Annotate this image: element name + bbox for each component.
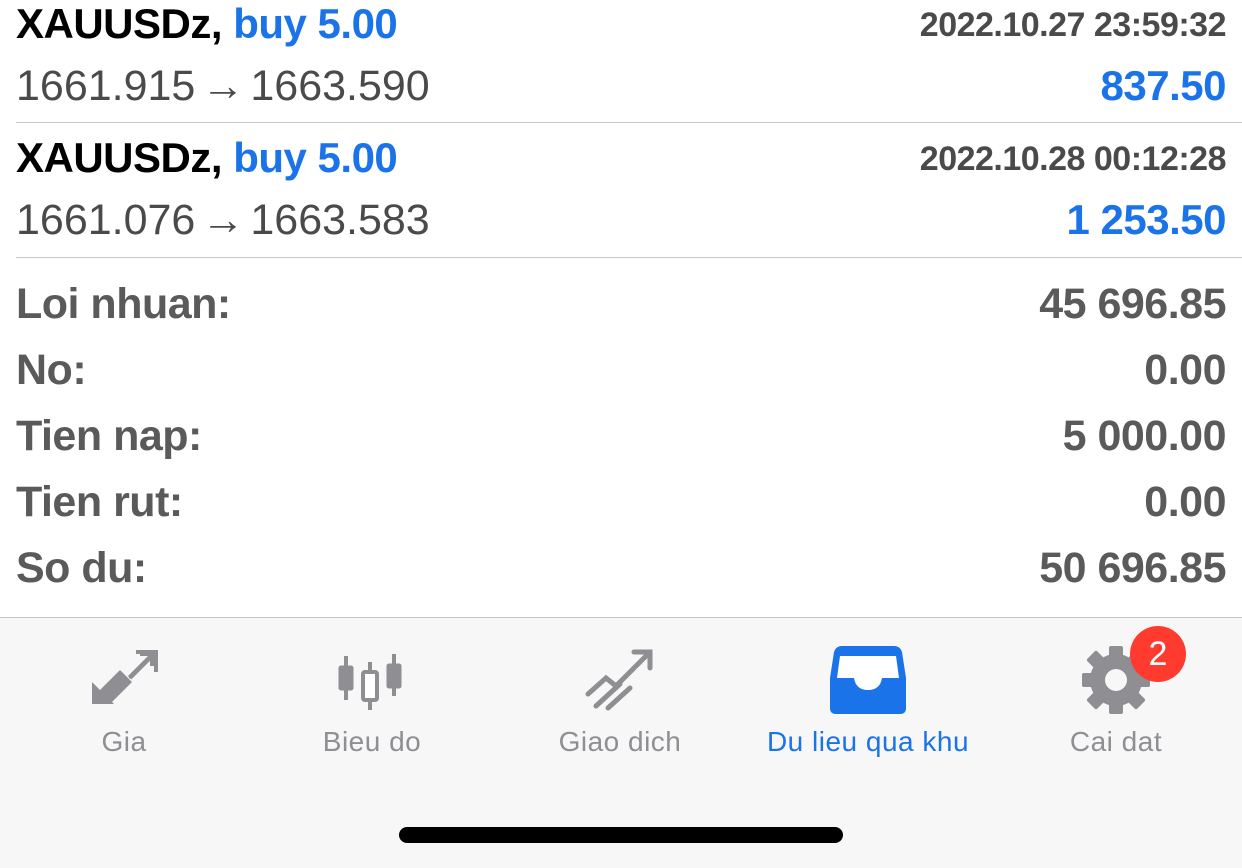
deal-row[interactable]: XAUUSDz, buy 5.00 2022.10.28 00:12:28 16… [0,134,1242,268]
summary-row-credit: No: 0.00 [0,338,1242,404]
deal-profit: 837.50 [1100,62,1227,109]
summary-row-balance: So du: 50 696.85 [0,536,1242,602]
deal-open-price: 1661.076 [16,196,196,244]
summary-label: Tien rut: [16,478,183,526]
summary-row-profit: Loi nhuan: 45 696.85 [0,272,1242,338]
deal-prices: 1661.915 → 1663.590 [16,62,430,111]
tab-label: Bieu do [322,726,422,757]
summary-value: 50 696.85 [1039,544,1226,592]
deal-time: 2022.10.28 00:12:28 [919,140,1227,178]
home-indicator[interactable] [399,827,843,843]
tab-bar: Gia Bieu do Giao dich Du lieu qua khu 2 … [0,617,1242,868]
tab-history[interactable]: Du lieu qua khu [744,618,992,768]
summary-row-deposit: Tien nap: 5 000.00 [0,404,1242,470]
price-arrow-icon: → [201,196,245,244]
notification-badge: 2 [1130,626,1186,682]
deal-profit: 1 253.50 [1066,196,1227,243]
summary-label: No: [16,346,87,394]
tab-label: Gia [101,726,147,757]
deal-prices: 1661.076 → 1663.583 [16,196,430,245]
deal-time: 2022.10.27 23:59:32 [919,6,1227,44]
summary-label: So du: [16,544,147,592]
tab-label: Du lieu qua khu [766,726,970,757]
trade-trend-icon [585,649,653,711]
candlestick-chart-icon [338,654,402,710]
tab-label: Cai dat [1069,726,1163,757]
tab-label: Giao dich [558,726,682,757]
deal-row[interactable]: XAUUSDz, buy 5.00 2022.10.27 23:59:32 16… [0,0,1242,134]
deal-title: XAUUSDz, buy 5.00 [16,134,398,181]
deal-type: buy 5.00 [233,134,398,181]
deal-type: buy 5.00 [233,0,398,47]
history-inbox-icon [830,646,906,714]
deal-open-price: 1661.915 [16,62,196,110]
deal-close-price: 1663.590 [250,62,430,110]
tab-settings[interactable]: 2 Cai dat [992,618,1240,768]
deal-symbol: XAUUSDz, [16,134,223,181]
divider [16,257,1242,258]
summary-label: Tien nap: [16,412,202,460]
summary-row-withdrawal: Tien rut: 0.00 [0,470,1242,536]
quotes-arrows-icon [92,650,158,704]
account-summary: Loi nhuan: 45 696.85 No: 0.00 Tien nap: … [0,272,1242,602]
deal-title: XAUUSDz, buy 5.00 [16,0,398,47]
deal-symbol: XAUUSDz, [16,0,223,47]
summary-value: 0.00 [1144,346,1226,394]
summary-value: 45 696.85 [1039,280,1226,328]
price-arrow-icon: → [201,62,245,110]
divider [16,122,1242,123]
tab-chart[interactable]: Bieu do [248,618,496,768]
summary-value: 0.00 [1144,478,1226,526]
tab-trade[interactable]: Giao dich [496,618,744,768]
summary-value: 5 000.00 [1062,412,1227,460]
summary-label: Loi nhuan: [16,280,231,328]
tab-quotes[interactable]: Gia [0,618,248,768]
deal-close-price: 1663.583 [250,196,430,244]
